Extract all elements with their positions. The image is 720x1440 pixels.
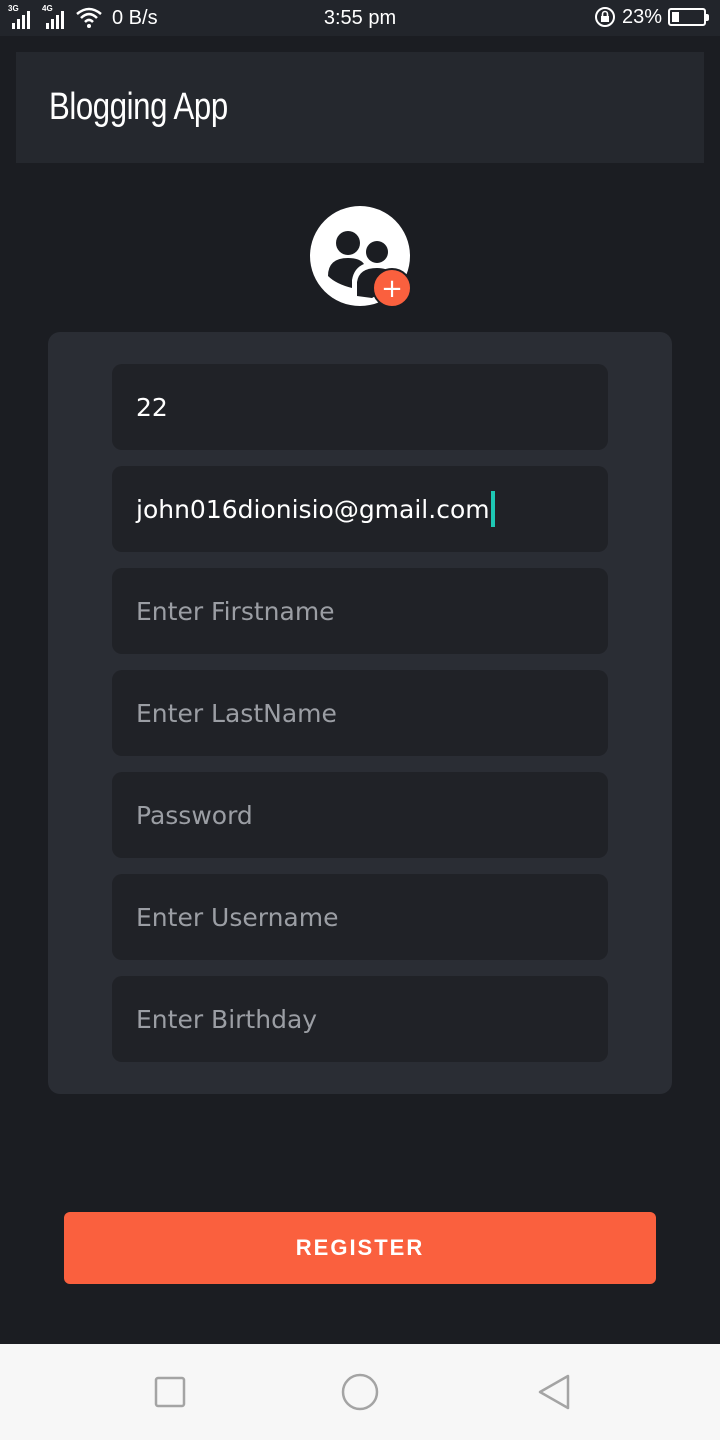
password-placeholder: Password [136, 800, 253, 830]
birthday-placeholder: Enter Birthday [136, 1004, 318, 1034]
register-button[interactable]: REGISTER [64, 1212, 656, 1284]
age-value: 22 [136, 392, 168, 422]
username-placeholder: Enter Username [136, 902, 339, 932]
rotation-lock-icon [594, 7, 615, 27]
email-field[interactable]: john016dionisio@gmail.com [112, 466, 608, 552]
firstname-field[interactable]: Enter Firstname [112, 568, 608, 654]
home-circle-icon[interactable] [340, 1372, 380, 1412]
lastname-field[interactable]: Enter LastName [112, 670, 608, 756]
text-cursor [490, 491, 495, 527]
username-field[interactable]: Enter Username [112, 874, 608, 960]
back-triangle-icon[interactable] [534, 1372, 574, 1412]
status-bar: 3G 4G 0 B/s 3:55 pm 23% [0, 0, 720, 36]
birthday-field[interactable]: Enter Birthday [112, 976, 608, 1062]
plus-icon[interactable]: + [372, 268, 412, 308]
email-value: john016dionisio@gmail.com [136, 494, 490, 524]
page-title: Blogging App [49, 86, 228, 128]
system-nav-bar [0, 1344, 720, 1440]
recents-square-icon[interactable] [150, 1372, 190, 1412]
app-bar: Blogging App [16, 52, 704, 163]
registration-form: 22 john016dionisio@gmail.com Enter First… [48, 332, 672, 1094]
age-field[interactable]: 22 [112, 364, 608, 450]
lastname-placeholder: Enter LastName [136, 698, 337, 728]
password-field[interactable]: Password [112, 772, 608, 858]
battery-icon [668, 8, 709, 26]
firstname-placeholder: Enter Firstname [136, 596, 335, 626]
status-right: 23% [594, 5, 709, 29]
battery-fill [672, 12, 679, 22]
battery-percent: 23% [621, 5, 662, 28]
